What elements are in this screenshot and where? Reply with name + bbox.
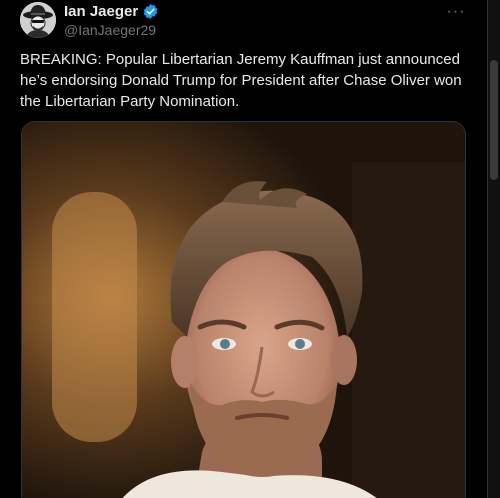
- scrollbar[interactable]: [488, 0, 500, 498]
- tweet-card: Ian Jaeger @IanJaeger29 ··· BREAKING: Po…: [0, 0, 500, 498]
- author-display-name[interactable]: Ian Jaeger: [64, 3, 138, 20]
- author-handle[interactable]: @IanJaeger29: [64, 22, 156, 38]
- cowboy-hat-avatar-icon: [20, 2, 56, 38]
- verified-badge-icon[interactable]: [142, 3, 159, 20]
- tweet-media-photo[interactable]: [21, 121, 466, 498]
- scrollbar-thumb[interactable]: [490, 60, 498, 180]
- tweet-text: BREAKING: Popular Libertarian Jeremy Kau…: [20, 51, 462, 110]
- author-avatar[interactable]: [20, 2, 56, 38]
- author-name-row: Ian Jaeger: [64, 3, 159, 20]
- more-options-icon[interactable]: ···: [444, 2, 468, 22]
- photo-of-man-with-beard: [22, 122, 465, 498]
